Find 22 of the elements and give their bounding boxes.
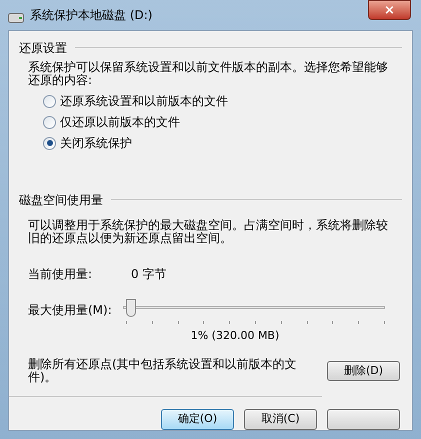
- current-usage-value: 0 字节: [131, 266, 166, 282]
- option-label: 还原系统设置和以前版本的文件: [60, 93, 228, 110]
- dialog-button[interactable]: 确定(O): [161, 409, 234, 430]
- drive-icon: [8, 12, 24, 23]
- max-usage-reading: 1% (320.00 MB): [190, 328, 280, 344]
- current-usage-label: 当前使用量:: [28, 266, 94, 282]
- delete-description: 删除所有还原点(其中包括系统设置和以前版本的文件)。: [28, 358, 298, 384]
- description-text: 可以调整用于系统保护的最大磁盘空间。占满空间时，系统将删除较旧的还原点以便为新还原点留出空间。: [28, 218, 389, 244]
- group-heading: 还原设置: [19, 40, 67, 56]
- dialog-button[interactable]: [327, 409, 400, 430]
- max-usage-label: 最大使用量(M):: [28, 302, 113, 318]
- radio-button[interactable]: [43, 94, 56, 108]
- option-label: 关闭系统保护: [60, 135, 132, 152]
- slider-thumb[interactable]: [126, 298, 136, 316]
- radio-button[interactable]: [43, 136, 56, 150]
- option-label: 仅还原以前版本的文件: [60, 114, 180, 131]
- dialog-button[interactable]: 取消(C): [244, 409, 317, 430]
- description-text: 系统保护可以保留系统设置和以前文件版本的副本。选择您希望能够还原的内容:: [28, 60, 389, 86]
- group-heading: 磁盘空间使用量: [19, 192, 103, 208]
- delete-button[interactable]: 删除(D): [327, 361, 400, 381]
- radio-button[interactable]: [43, 116, 56, 128]
- window-title: 系统保护本地磁盘 (D:): [30, 6, 152, 24]
